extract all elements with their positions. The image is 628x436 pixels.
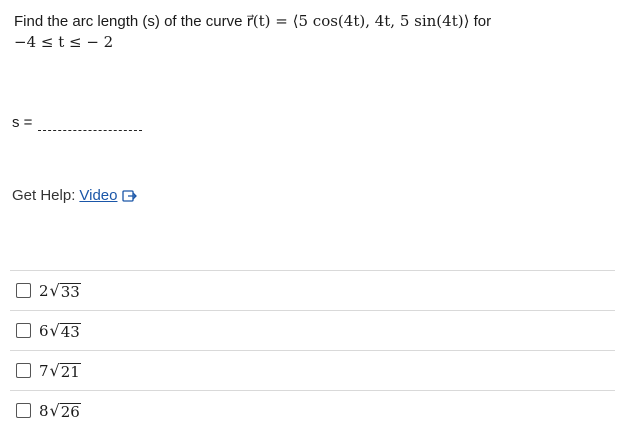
checkbox[interactable] [16,283,31,298]
question-line-1: Find the arc length (s) of the curve r⃗(… [14,10,491,33]
video-link[interactable]: Video [79,187,117,204]
checkbox[interactable] [16,403,31,418]
sqrt-icon: √ [49,360,60,380]
answer-choices: 2 √ 33 6 √ 43 7 √ 21 8 √ 26 [10,270,615,430]
sqrt-icon: √ [49,320,60,340]
choice-value: 7 √ 21 [39,360,81,381]
choice-3[interactable]: 7 √ 21 [10,350,615,390]
question-line-2: −4 ≤ t ≤ − 2 [14,33,114,51]
answer-blank[interactable] [38,118,143,131]
choice-value: 8 √ 26 [39,400,81,421]
question-text: Find the arc length (s) of the curve [14,13,247,30]
checkbox[interactable] [16,363,31,378]
curve-formula: r⃗(t) = ⟨5 cos(4t), 4t, 5 sin(4t)⟩ [246,12,470,30]
choice-4[interactable]: 8 √ 26 [10,390,615,430]
sqrt-icon: √ [49,280,60,300]
question-suffix: for [469,13,492,30]
sqrt-icon: √ [49,400,60,420]
choice-2[interactable]: 6 √ 43 [10,310,615,350]
answer-label: s = [12,114,33,131]
answer-row: s = [12,114,143,131]
choice-value: 2 √ 33 [39,280,81,301]
get-help-label: Get Help: [12,187,76,204]
get-help: Get Help: Video [12,187,138,204]
checkbox[interactable] [16,323,31,338]
external-video-icon[interactable] [122,189,138,203]
choice-value: 6 √ 43 [39,320,81,341]
choice-1[interactable]: 2 √ 33 [10,270,615,310]
